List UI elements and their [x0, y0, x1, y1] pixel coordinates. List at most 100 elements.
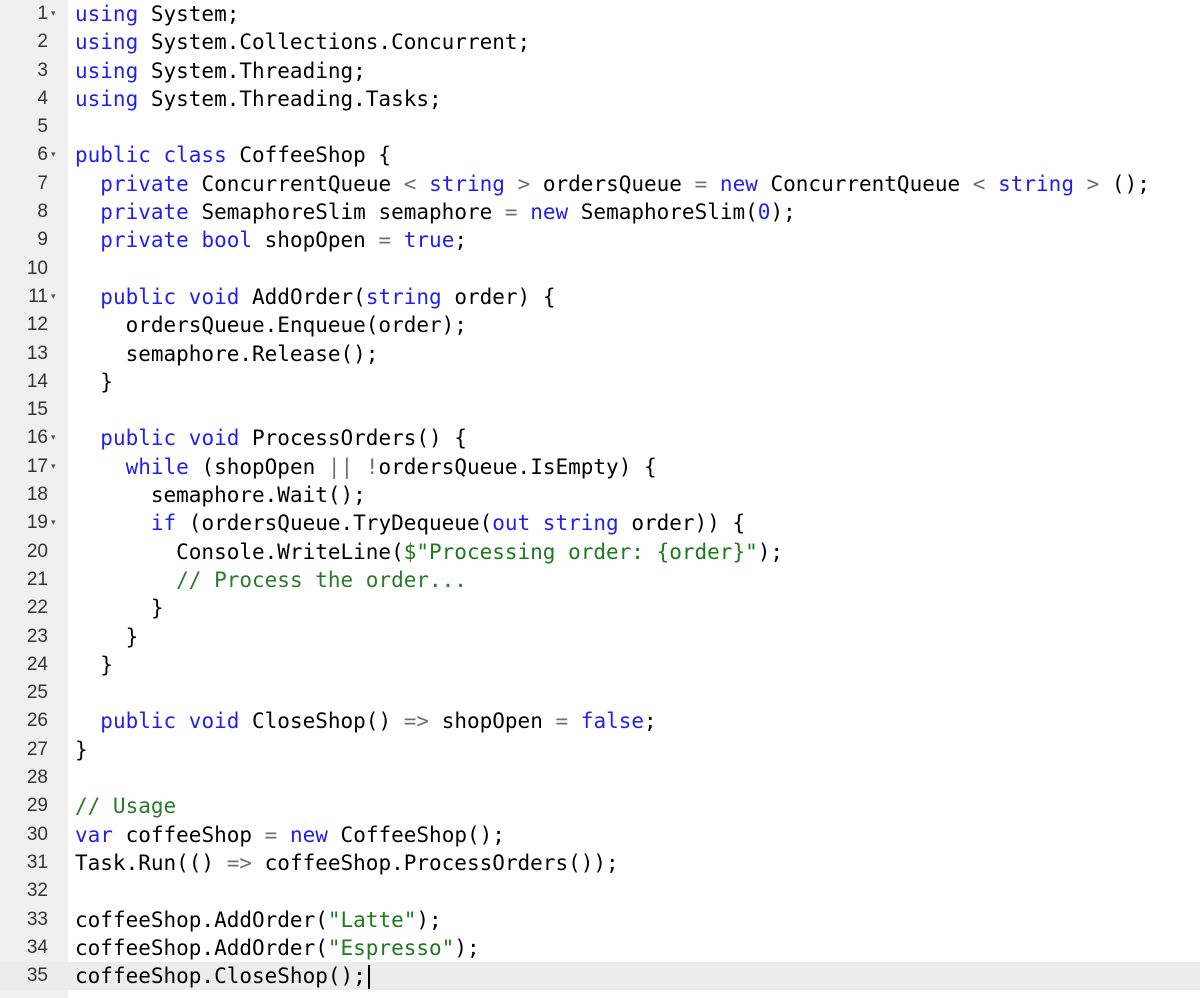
code-line[interactable]: 4 using System.Threading.Tasks; — [0, 85, 1200, 113]
code-lines[interactable]: 1 ▾ using System; 2 using System.Collections… — [0, 0, 1200, 991]
code-line[interactable]: 17 ▾ while (shopOpen || !ordersQueue.IsEm… — [0, 453, 1200, 481]
code-token: System.Collections.Concurrent; — [138, 30, 531, 55]
fold-arrow-icon[interactable]: ▾ — [51, 141, 56, 169]
code-line[interactable]: 9 private bool shopOpen = true; — [0, 226, 1200, 254]
code-token: } — [75, 652, 113, 677]
code-line[interactable]: 29 // Usage — [0, 792, 1200, 820]
code-text: semaphore.Release(); — [75, 340, 379, 368]
code-line[interactable]: 20 Console.WriteLine($"Processing order:… — [0, 538, 1200, 566]
code-line[interactable]: 15 — [0, 396, 1200, 424]
fold-arrow-icon[interactable]: ▾ — [51, 283, 56, 311]
code-line[interactable]: 10 — [0, 255, 1200, 283]
code-token: shopOpen — [252, 228, 379, 253]
code-text: var coffeeShop = new CoffeeShop(); — [75, 821, 505, 849]
code-text: private bool shopOpen = true; — [75, 226, 467, 254]
code-line[interactable]: 16 ▾ public void ProcessOrders() { — [0, 424, 1200, 452]
code-line[interactable]: 18 semaphore.Wait(); — [0, 481, 1200, 509]
code-token: ); — [454, 935, 480, 960]
code-line[interactable]: 35 coffeeShop.CloseShop(); — [0, 962, 1200, 991]
code-token: < — [972, 171, 986, 196]
code-token: Console.WriteLine( — [75, 539, 404, 564]
code-line[interactable]: 30 var coffeeShop = new CoffeeShop(); — [0, 821, 1200, 849]
code-token: new — [530, 200, 569, 225]
code-line[interactable]: 23 } — [0, 623, 1200, 651]
code-line[interactable]: 28 — [0, 764, 1200, 792]
code-line[interactable]: 32 — [0, 877, 1200, 905]
line-number: 14 — [26, 370, 48, 392]
code-token: = — [555, 709, 569, 734]
code-line[interactable]: 26 public void CloseShop() => shopOpen =… — [0, 707, 1200, 735]
code-token: CoffeeShop(); — [327, 822, 505, 847]
fold-arrow-icon[interactable]: ▾ — [51, 0, 56, 28]
code-token: = — [264, 822, 278, 847]
code-line[interactable]: 8 private SemaphoreSlim semaphore = new … — [0, 198, 1200, 226]
code-line[interactable]: 2 using System.Collections.Concurrent; — [0, 28, 1200, 56]
code-token: = — [694, 171, 708, 196]
code-line[interactable]: 24 } — [0, 651, 1200, 679]
code-line[interactable]: 14 } — [0, 368, 1200, 396]
code-token: Task.Run(() — [75, 850, 227, 875]
code-line[interactable]: 7 private ConcurrentQueue < string > ord… — [0, 170, 1200, 198]
code-line[interactable]: 5 — [0, 113, 1200, 141]
code-token: } — [75, 624, 139, 649]
fold-arrow-icon[interactable]: ▾ — [51, 453, 56, 481]
code-line[interactable]: 1 ▾ using System; — [0, 0, 1200, 28]
code-line[interactable]: 19 ▾ if (ordersQueue.TryDequeue(out strin… — [0, 509, 1200, 537]
code-line[interactable]: 25 — [0, 679, 1200, 707]
code-line[interactable]: 33 coffeeShop.AddOrder("Latte"); — [0, 906, 1200, 934]
code-text: } — [75, 623, 139, 651]
code-token: 0 — [757, 200, 771, 225]
code-token: ); — [416, 907, 442, 932]
code-token: semaphore.Release(); — [75, 341, 379, 366]
line-number: 2 — [37, 31, 48, 53]
code-line[interactable]: 22 } — [0, 594, 1200, 622]
code-line[interactable]: 6 ▾ public class CoffeeShop { — [0, 141, 1200, 169]
code-line[interactable]: 11 ▾ public void AddOrder(string order) { — [0, 283, 1200, 311]
text-cursor — [367, 965, 370, 990]
code-token: = — [378, 228, 392, 253]
code-token: using — [75, 2, 139, 26]
line-number: 27 — [26, 738, 48, 760]
code-token: ordersQueue.IsEmpty) { — [378, 454, 657, 479]
code-token: out string — [492, 511, 619, 536]
code-token: string — [429, 171, 505, 196]
fold-arrow-icon[interactable]: ▾ — [51, 509, 56, 537]
code-token: true — [403, 228, 455, 253]
code-text: using System.Collections.Concurrent; — [75, 28, 530, 56]
code-token: public class — [75, 143, 227, 168]
code-text: public void AddOrder(string order) { — [75, 283, 555, 311]
code-token: $"Processing order: {order}" — [403, 539, 758, 564]
code-text: } — [75, 651, 113, 679]
line-number: 12 — [26, 314, 48, 336]
code-line[interactable]: 21 // Process the order... — [0, 566, 1200, 594]
line-number: 18 — [26, 484, 48, 506]
code-line[interactable]: 3 using System.Threading; — [0, 57, 1200, 85]
code-text: while (shopOpen || !ordersQueue.IsEmpty)… — [75, 453, 657, 481]
code-token: || — [327, 454, 354, 479]
fold-arrow-icon[interactable]: ▾ — [51, 424, 56, 452]
line-number: 25 — [26, 682, 48, 704]
code-token: => — [403, 709, 430, 734]
code-text: using System.Threading.Tasks; — [75, 85, 442, 113]
code-line[interactable]: 12 ordersQueue.Enqueue(order); — [0, 311, 1200, 339]
code-token: using — [75, 30, 139, 55]
code-token: System; — [138, 2, 240, 26]
code-editor[interactable]: 1 ▾ using System; 2 using System.Collections… — [0, 0, 1200, 998]
code-line[interactable]: 27} — [0, 736, 1200, 764]
code-line[interactable]: 34 coffeeShop.AddOrder("Espresso"); — [0, 934, 1200, 962]
code-line[interactable]: 31 Task.Run(() => coffeeShop.ProcessOrder… — [0, 849, 1200, 877]
code-token: ); — [757, 539, 784, 564]
code-line[interactable]: 13 semaphore.Release(); — [0, 340, 1200, 368]
code-token: false — [580, 709, 645, 734]
line-number: 10 — [26, 257, 48, 279]
code-token: // Process the order... — [176, 567, 467, 592]
